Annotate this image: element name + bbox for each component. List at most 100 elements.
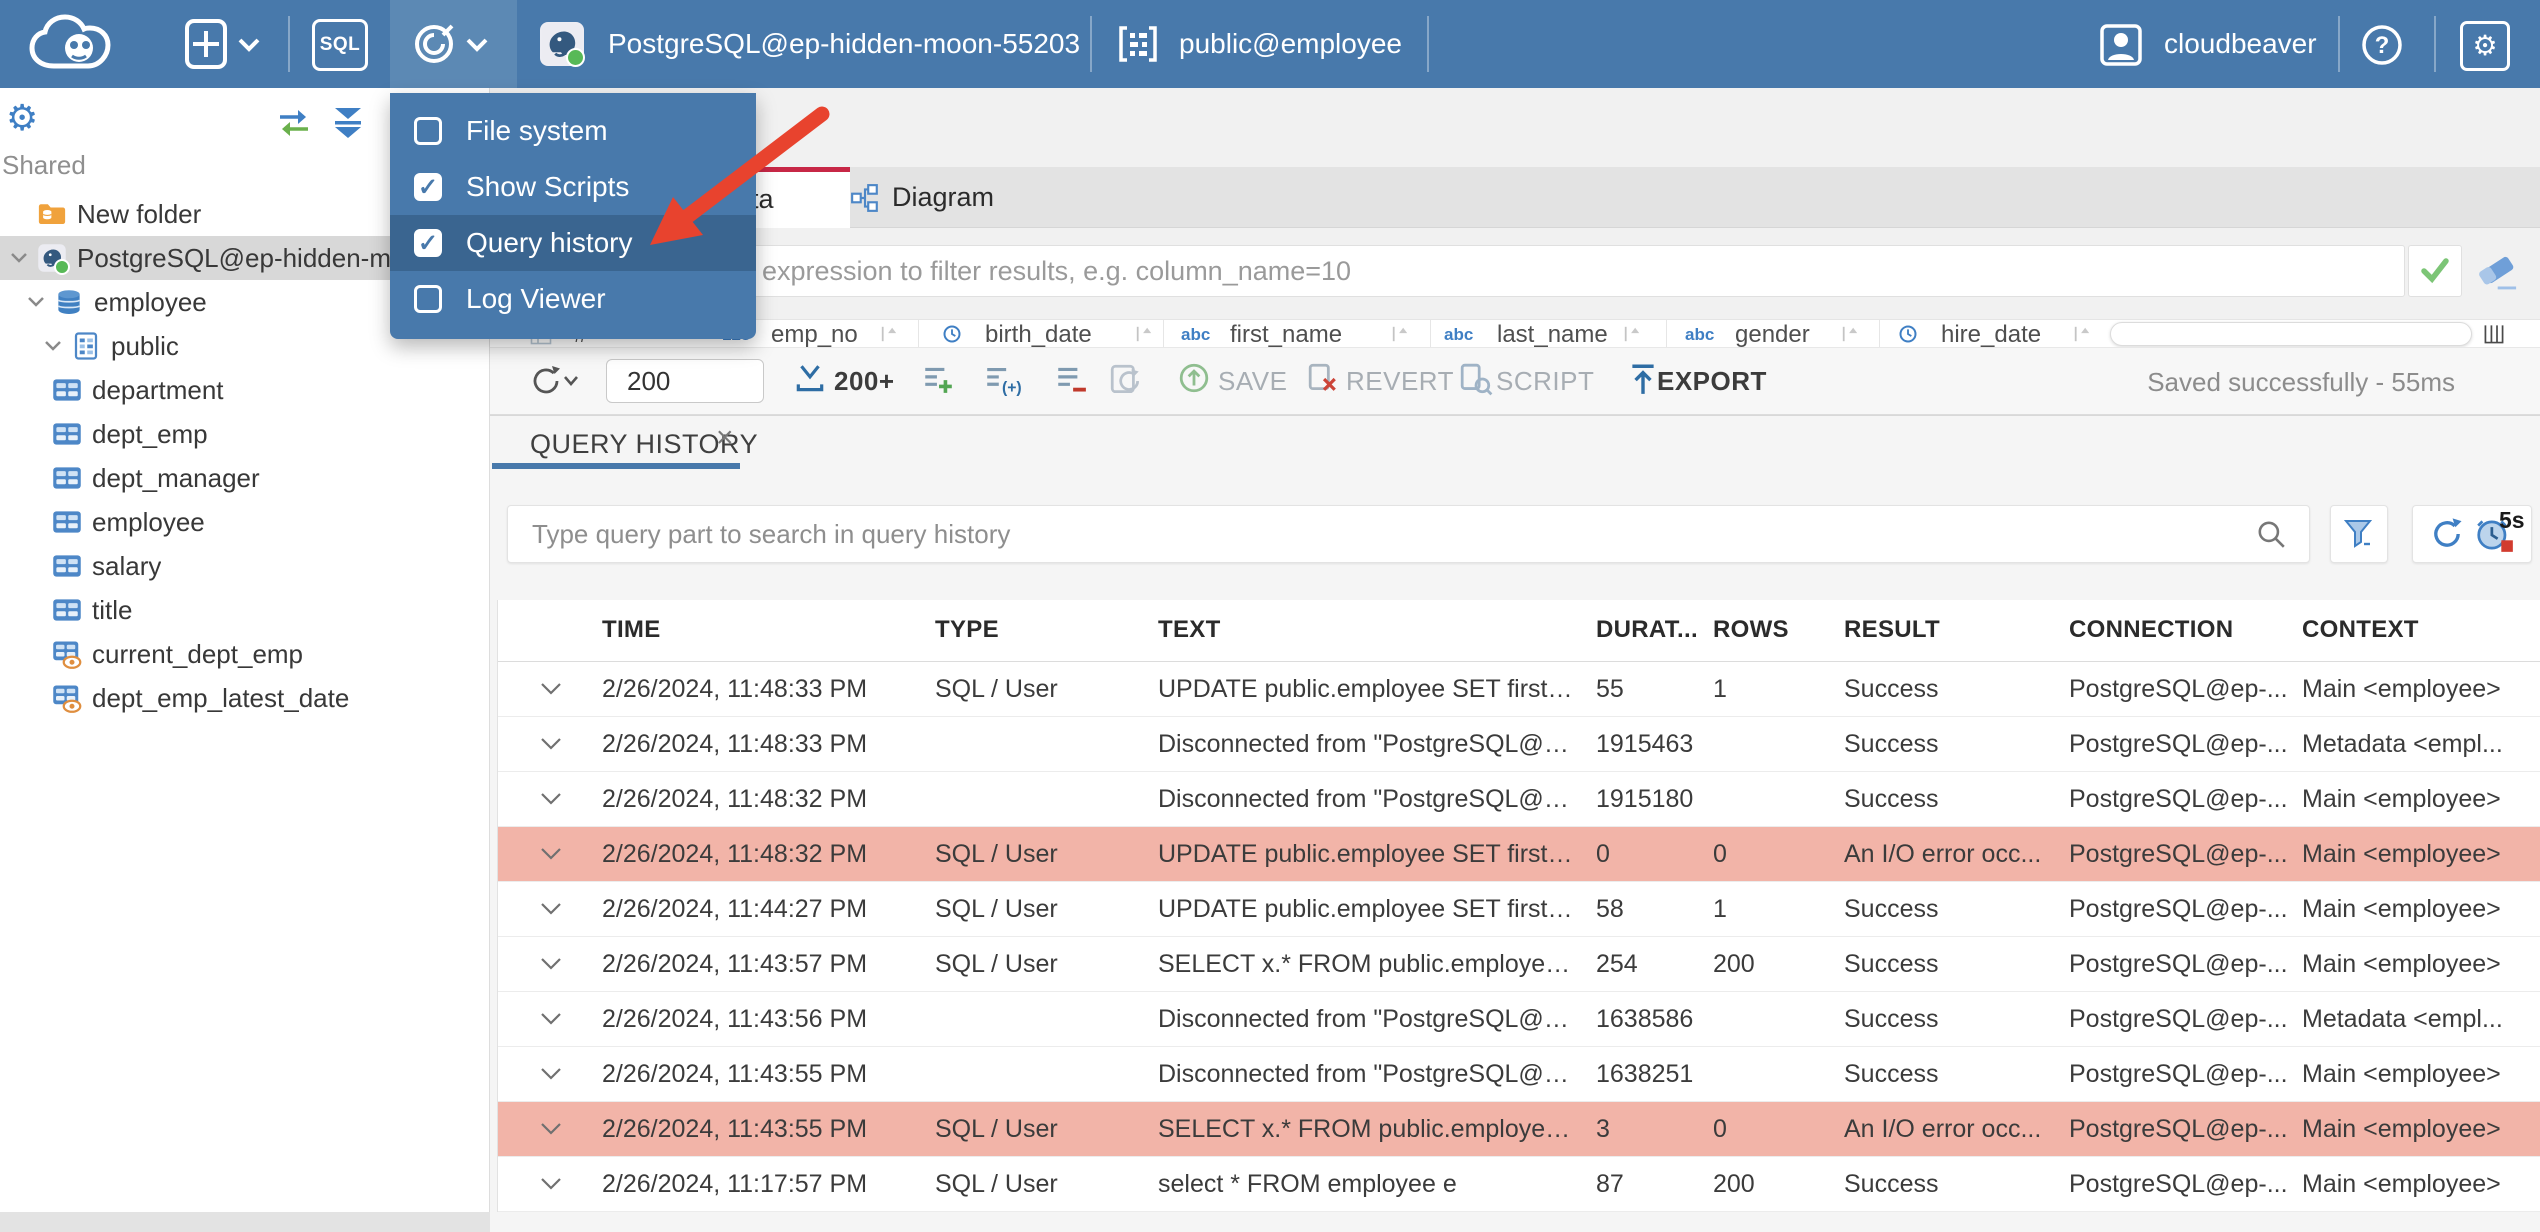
table-row[interactable]: 2/26/2024, 11:43:55 PM SQL / User SELECT… [498, 1102, 2540, 1157]
menu-item[interactable]: Show Scripts [390, 159, 756, 215]
tools-menu-button[interactable] [390, 0, 517, 88]
checkbox[interactable] [414, 117, 442, 145]
sort-icon[interactable] [2073, 324, 2091, 344]
sort-icon[interactable] [1841, 324, 1859, 344]
horizontal-scrollbar[interactable] [2110, 322, 2472, 346]
history-cell-context: Main <employee> [2302, 895, 2501, 923]
chevron-down-icon[interactable] [538, 1061, 564, 1094]
apply-filter-button[interactable] [2408, 245, 2462, 297]
save-icon[interactable] [1178, 362, 1210, 394]
tree-item-table[interactable]: salary [0, 544, 489, 588]
columns-config-icon[interactable] [2482, 322, 2506, 346]
export-icon[interactable] [1628, 362, 1658, 396]
table-row[interactable]: 2/26/2024, 11:48:33 PM SQL / User UPDATE… [498, 662, 2540, 717]
chevron-down-icon[interactable] [1, 243, 37, 273]
sort-icon[interactable] [1623, 324, 1641, 344]
refresh-icon[interactable] [2428, 515, 2466, 553]
collapse-all-icon[interactable] [330, 106, 366, 140]
col-header-text[interactable]: TEXT [1158, 616, 1221, 644]
menu-item[interactable]: Log Viewer [390, 271, 756, 327]
duplicate-row-icon[interactable]: (+) [983, 362, 1023, 396]
query-history-search-input[interactable] [507, 505, 2310, 563]
tree-item-table[interactable]: employee [0, 500, 489, 544]
table-row[interactable]: 2/26/2024, 11:43:56 PM Disconnected from… [498, 992, 2540, 1047]
menu-item[interactable]: File system [390, 103, 756, 159]
help-button[interactable]: ? [2360, 23, 2404, 67]
sort-icon[interactable] [1135, 324, 1153, 344]
refresh-button[interactable] [527, 362, 579, 400]
script-icon[interactable] [1459, 362, 1493, 396]
table-row[interactable]: 2/26/2024, 11:43:57 PM SQL / User SELECT… [498, 937, 2540, 992]
export-button[interactable]: EXPORT [1657, 366, 1767, 397]
table-row[interactable]: 2/26/2024, 11:44:27 PM SQL / User UPDATE… [498, 882, 2540, 937]
tree-item-table[interactable]: dept_manager [0, 456, 489, 500]
chevron-down-icon[interactable] [538, 896, 564, 929]
tree-item-view[interactable]: dept_emp_latest_date [0, 676, 489, 720]
load-more-icon[interactable] [793, 362, 827, 396]
col-header-result[interactable]: RESULT [1844, 616, 1940, 644]
col-header-context[interactable]: CONTEXT [2302, 616, 2419, 644]
sort-icon[interactable] [1391, 324, 1409, 344]
history-cell-text: Disconnected from "PostgreSQL@e... [1158, 1005, 1578, 1033]
chevron-down-icon[interactable] [538, 786, 564, 819]
checkbox[interactable] [414, 229, 442, 257]
filter-expression-input[interactable] [497, 245, 2405, 297]
load-more-button[interactable]: 200+ [834, 366, 895, 397]
chevron-down-icon[interactable] [35, 331, 71, 361]
add-row-icon[interactable] [921, 362, 955, 396]
table-row[interactable]: 2/26/2024, 11:48:33 PM Disconnected from… [498, 717, 2540, 772]
table-row[interactable]: 2/26/2024, 11:17:57 PM SQL / User select… [498, 1157, 2540, 1212]
save-button[interactable]: SAVE [1218, 366, 1287, 397]
grid-column[interactable]: emp_no [771, 321, 858, 348]
chevron-down-icon[interactable] [538, 951, 564, 984]
history-cell-type: SQL / User [935, 675, 1058, 703]
col-header-type[interactable]: TYPE [935, 616, 999, 644]
close-icon[interactable]: × [716, 421, 734, 455]
new-connection-button[interactable] [184, 18, 262, 70]
col-header-duration[interactable]: DURAT... [1596, 616, 1698, 644]
sync-selection-icon[interactable] [276, 108, 312, 138]
revert-icon[interactable] [1307, 362, 1339, 394]
col-header-connection[interactable]: CONNECTION [2069, 616, 2233, 644]
eraser-icon[interactable] [2477, 252, 2523, 294]
chevron-down-icon[interactable] [18, 287, 54, 317]
grid-column[interactable]: first_name [1230, 321, 1342, 348]
menu-item[interactable]: Query history [390, 215, 756, 271]
tree-item-table[interactable]: title [0, 588, 489, 632]
delete-row-icon[interactable] [1054, 362, 1088, 396]
col-header-time[interactable]: TIME [602, 616, 661, 644]
chevron-down-icon[interactable] [538, 1006, 564, 1039]
grid-column[interactable]: birth_date [985, 321, 1092, 348]
table-row[interactable]: 2/26/2024, 11:48:32 PM SQL / User UPDATE… [498, 827, 2540, 882]
table-row[interactable]: 2/26/2024, 11:48:32 PM Disconnected from… [498, 772, 2540, 827]
grid-column[interactable]: hire_date [1941, 321, 2041, 348]
tree-item-view[interactable]: current_dept_emp [0, 632, 489, 676]
revert-button[interactable]: REVERT [1346, 366, 1454, 397]
checkbox[interactable] [414, 285, 442, 313]
table-row[interactable]: 2/26/2024, 11:43:55 PM Disconnected from… [498, 1047, 2540, 1102]
connection-name: PostgreSQL@ep-hidden-moon-55203 [608, 28, 1081, 59]
fetch-size-input[interactable] [606, 359, 764, 403]
checkbox[interactable] [414, 173, 442, 201]
chevron-down-icon[interactable] [538, 731, 564, 764]
history-cell-duration: 1638586 [1596, 1005, 1694, 1033]
tree-item-table[interactable]: department [0, 368, 489, 412]
chevron-down-icon[interactable] [538, 841, 564, 874]
auto-refresh-icon[interactable] [1108, 362, 1144, 398]
history-cell-duration: 1638251 [1596, 1060, 1694, 1088]
col-header-rows[interactable]: ROWS [1713, 616, 1789, 644]
sort-icon[interactable] [880, 324, 898, 344]
tree-item-table[interactable]: dept_emp [0, 412, 489, 456]
script-button[interactable]: SCRIPT [1496, 366, 1594, 397]
svg-text:?: ? [2375, 32, 2390, 59]
grid-column[interactable]: last_name [1497, 321, 1608, 348]
chevron-down-icon[interactable] [538, 1171, 564, 1204]
history-filter-button[interactable] [2330, 505, 2388, 563]
tab-diagram[interactable]: Diagram [850, 167, 1118, 228]
chevron-down-icon[interactable] [538, 1116, 564, 1149]
sidebar-settings-gear-icon[interactable]: ⚙ [6, 100, 38, 136]
sql-editor-button[interactable]: SQL [312, 19, 368, 71]
settings-button[interactable]: ⚙ [2460, 21, 2510, 71]
grid-column[interactable]: gender [1735, 321, 1810, 348]
chevron-down-icon[interactable] [538, 676, 564, 709]
